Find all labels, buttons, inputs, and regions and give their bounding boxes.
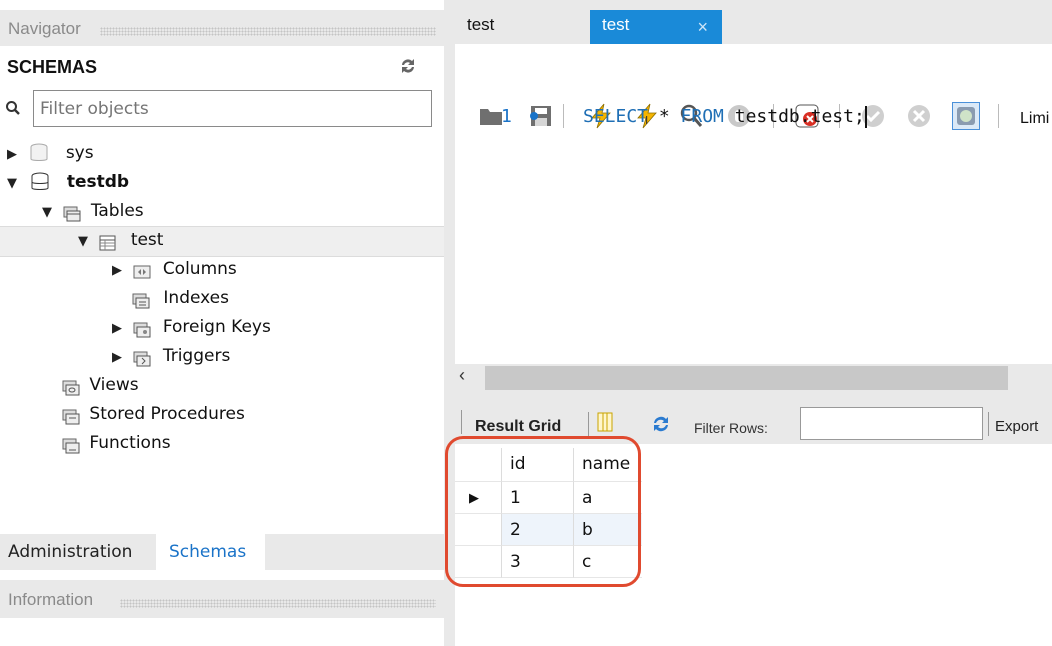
expand-arrow-icon[interactable]: ▶ (112, 315, 128, 343)
tab-schemas[interactable]: Schemas (156, 534, 265, 570)
tree-label-stored-procedures: Stored Procedures (89, 404, 245, 424)
collapse-arrow-icon[interactable]: ▼ (7, 170, 23, 198)
navigator-title: Navigator (8, 19, 81, 38)
horizontal-scrollbar[interactable]: ‹ (455, 364, 1052, 392)
foreign-keys-icon (133, 319, 151, 338)
tree-label-testdb: testdb (66, 172, 130, 192)
refresh-icon[interactable] (650, 414, 672, 439)
toolbar-separator (998, 104, 999, 128)
export-button[interactable]: Export (995, 418, 1038, 435)
tables-folder-icon (63, 203, 81, 222)
filter-rows-label: Filter Rows: (694, 420, 768, 436)
views-icon (62, 377, 80, 396)
database-icon (31, 172, 49, 190)
toolbar-separator (461, 410, 462, 434)
collapse-arrow-icon[interactable]: ▼ (42, 199, 58, 227)
header-grip (100, 27, 436, 36)
sql-statement[interactable]: SELECT * FROM testdb.test; (583, 106, 867, 128)
tree-label-columns: Columns (162, 259, 237, 279)
tree-item-triggers[interactable]: ▶ Triggers (112, 342, 230, 370)
navigator-header: Navigator (0, 10, 444, 46)
tab-query-test[interactable]: test (455, 10, 581, 44)
grid-layout-icon[interactable] (597, 412, 613, 437)
toolbar-separator (588, 412, 589, 436)
tree-item-views[interactable]: Views (62, 371, 139, 399)
tab-query-test-active[interactable]: test × (590, 10, 722, 44)
tree-item-tables[interactable]: ▼ Tables (42, 197, 144, 225)
close-icon[interactable]: × (697, 12, 708, 42)
tab-label: test (602, 15, 630, 34)
autocommit-toggle-icon[interactable] (952, 102, 980, 130)
tree-item-test[interactable]: ▼ test (78, 226, 163, 254)
columns-icon (133, 261, 151, 279)
tree-item-sys[interactable]: ▶ sys (7, 139, 94, 167)
sql-keyword-from: FROM (680, 106, 724, 127)
tree-label-test: test (130, 230, 164, 250)
text-cursor (864, 106, 867, 128)
statement-marker-icon (530, 112, 538, 120)
line-number: 1 (501, 106, 512, 127)
tab-administration[interactable]: Administration (0, 534, 140, 570)
filter-objects-input[interactable] (33, 90, 432, 127)
tree-label-sys: sys (65, 143, 94, 163)
selected-row-highlight (0, 226, 444, 257)
sql-editor[interactable]: I Limi 1 SELECT * FROM testdb.test; ‹ (455, 44, 1052, 392)
result-grid-tab[interactable]: Result Grid (475, 418, 561, 436)
highlight-annotation (445, 436, 641, 587)
database-icon (30, 143, 48, 161)
sql-keyword-select: SELECT (583, 106, 649, 127)
tree-item-testdb[interactable]: ▼ testdb (7, 168, 129, 196)
tree-label-triggers: Triggers (162, 346, 231, 366)
tree-item-foreign-keys[interactable]: ▶ Foreign Keys (112, 313, 271, 341)
limit-label[interactable]: Limi (1020, 110, 1049, 128)
toolbar-separator (563, 104, 564, 128)
information-header: Information (0, 580, 444, 618)
functions-icon (62, 435, 80, 454)
refresh-icon[interactable] (398, 56, 418, 81)
stored-procedures-icon (62, 406, 80, 425)
tree-label-tables: Tables (90, 201, 144, 221)
scrollbar-thumb[interactable] (485, 366, 1008, 390)
expand-arrow-icon[interactable]: ▶ (7, 141, 23, 169)
schemas-header: SCHEMAS (7, 57, 98, 77)
tree-label-functions: Functions (89, 433, 171, 453)
tree-label-foreign-keys: Foreign Keys (162, 317, 271, 337)
scroll-left-arrow-icon[interactable]: ‹ (459, 365, 465, 386)
indexes-icon (132, 290, 150, 309)
header-grip (120, 599, 436, 608)
tree-item-stored-procedures[interactable]: Stored Procedures (62, 400, 245, 428)
tree-item-indexes[interactable]: Indexes (128, 284, 229, 312)
search-icon (5, 100, 21, 121)
expand-arrow-icon[interactable]: ▶ (112, 257, 128, 285)
sql-table: testdb.test; (723, 106, 865, 127)
result-toolbar: Result Grid Filter Rows: Export (455, 400, 1052, 440)
filter-rows-input[interactable] (800, 407, 983, 440)
triggers-icon (133, 348, 151, 367)
navigator-panel: Navigator SCHEMAS ▶ sys ▼ testdb ▼ Table… (0, 0, 444, 646)
collapse-arrow-icon[interactable]: ▼ (78, 228, 94, 256)
tree-label-indexes: Indexes (163, 288, 229, 308)
sql-star: * (648, 106, 681, 127)
tree-item-columns[interactable]: ▶ Columns (112, 255, 237, 283)
toolbar-separator (988, 412, 989, 436)
expand-arrow-icon[interactable]: ▶ (112, 344, 128, 372)
tree-label-views: Views (89, 375, 139, 395)
editor-area: test test × I Limi 1 SELECT * FROM testd… (445, 0, 1052, 646)
table-icon (99, 232, 117, 251)
information-title: Information (8, 590, 94, 609)
tree-item-functions[interactable]: Functions (62, 429, 171, 457)
rollback-icon[interactable] (905, 102, 933, 130)
